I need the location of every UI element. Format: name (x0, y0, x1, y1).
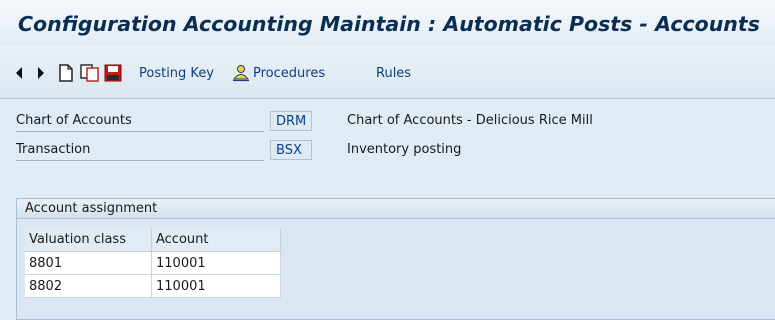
valuation-class-cell[interactable]: 8801 (25, 251, 152, 275)
posting-key-button[interactable]: Posting Key (139, 64, 214, 82)
title-bar: Configuration Accounting Maintain : Auto… (0, 0, 775, 46)
posting-key-label: Posting Key (139, 65, 215, 81)
table-row: 8802 110001 (25, 274, 281, 298)
application-toolbar: Posting Key Procedures Rules (0, 46, 775, 99)
transaction-field[interactable]: BSX (270, 140, 312, 160)
table-row: 8801 110001 (25, 251, 281, 275)
forward-arrow-icon[interactable] (36, 64, 46, 82)
column-header-account[interactable]: Account (151, 228, 281, 252)
account-assignment-table: Valuation class Account 8801 110001 8802… (25, 228, 281, 298)
window-title: Configuration Accounting Maintain : Auto… (18, 12, 760, 36)
transaction-label: Transaction (16, 140, 264, 161)
account-cell[interactable]: 110001 (151, 251, 281, 275)
rules-button[interactable]: Rules (376, 64, 411, 82)
transaction-description: Inventory posting (347, 142, 462, 157)
save-icon[interactable] (104, 64, 122, 82)
procedures-label: Procedures (253, 65, 326, 81)
procedures-button[interactable]: Procedures (231, 64, 325, 82)
main-content: Chart of Accounts DRM Chart of Accounts … (0, 99, 775, 320)
rules-label: Rules (376, 65, 412, 81)
account-assignment-group: Account assignment Valuation class Accou… (16, 198, 775, 320)
new-document-icon[interactable] (58, 64, 74, 82)
account-cell[interactable]: 110001 (151, 274, 281, 298)
account-assignment-title: Account assignment (17, 199, 775, 219)
chart-of-accounts-label: Chart of Accounts (16, 111, 264, 132)
chart-of-accounts-description: Chart of Accounts - Delicious Rice Mill (347, 113, 593, 128)
people-icon (231, 64, 251, 82)
back-arrow-icon[interactable] (14, 64, 24, 82)
copy-icon[interactable] (80, 64, 100, 82)
valuation-class-cell[interactable]: 8802 (25, 274, 152, 298)
column-header-valuation-class[interactable]: Valuation class (25, 228, 152, 252)
chart-of-accounts-field[interactable]: DRM (270, 111, 312, 131)
